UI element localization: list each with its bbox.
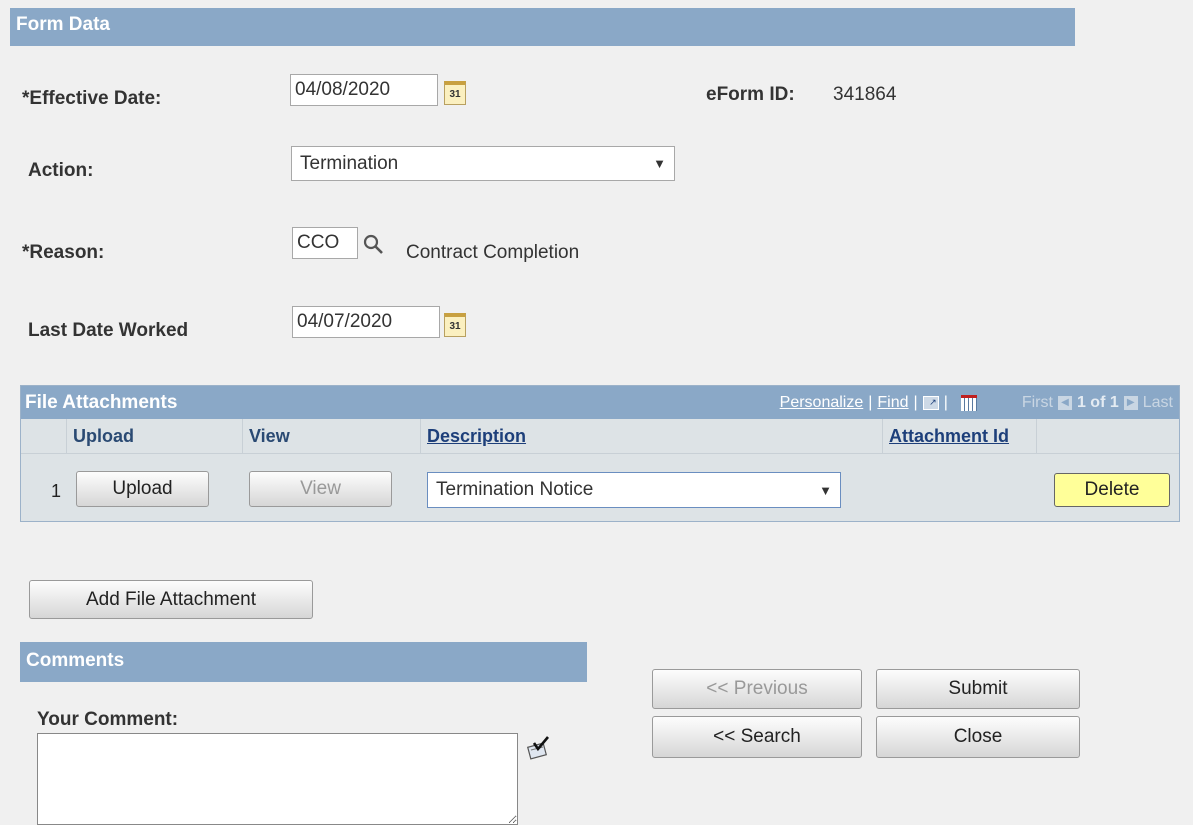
eform-id-label: eForm ID: [706, 84, 795, 105]
chevron-down-icon: ▼ [819, 482, 832, 498]
comment-textarea[interactable] [37, 733, 518, 825]
calendar-icon[interactable]: 31 [444, 313, 466, 337]
action-label: Action: [28, 160, 94, 181]
form-data-header: Form Data [10, 8, 1075, 46]
reason-label: *Reason: [22, 242, 105, 263]
view-button: View [249, 471, 392, 507]
add-file-attachment-button[interactable]: Add File Attachment [29, 580, 313, 619]
new-window-icon[interactable]: ↗ [922, 395, 939, 410]
your-comment-label: Your Comment: [37, 709, 179, 730]
spellcheck-icon[interactable] [525, 735, 553, 763]
separator: | [868, 393, 873, 411]
upload-button[interactable]: Upload [76, 471, 209, 507]
file-attachments-title: File Attachments [25, 391, 178, 413]
comments-header: Comments [20, 642, 587, 682]
effective-date-label: *Effective Date: [22, 88, 162, 109]
last-date-worked-label: Last Date Worked [28, 320, 189, 341]
action-select-value: Termination [300, 152, 399, 174]
find-link[interactable]: Find [877, 394, 908, 412]
view-column-header: View [243, 419, 421, 453]
next-row-icon: ▶ [1123, 395, 1138, 410]
close-button[interactable]: Close [876, 716, 1080, 758]
upload-column-header: Upload [67, 419, 243, 453]
reason-description: Contract Completion [406, 242, 580, 263]
magnifier-icon[interactable] [362, 233, 386, 257]
effective-date-input[interactable]: 04/08/2020 [290, 74, 438, 106]
last-date-worked-input[interactable]: 04/07/2020 [292, 306, 440, 338]
file-attachments-grid: File Attachments Personalize | Find | ↗ … [20, 385, 1180, 522]
separator: | [943, 393, 948, 411]
row-number: 1 [51, 481, 62, 501]
delete-button[interactable]: Delete [1054, 473, 1170, 507]
separator: | [913, 393, 918, 411]
action-select[interactable]: Termination ▼ [291, 146, 675, 181]
file-attachments-header: File Attachments Personalize | Find | ↗ … [21, 386, 1179, 419]
chevron-down-icon: ▼ [653, 156, 666, 171]
previous-row-icon: ◀ [1057, 395, 1072, 410]
submit-button[interactable]: Submit [876, 669, 1080, 709]
row-number-column-header [21, 419, 67, 453]
description-select[interactable]: Termination Notice ▼ [427, 472, 841, 508]
grid-navigation: Personalize | Find | ↗ | First ◀ 1 of 1 … [780, 386, 1173, 419]
description-select-value: Termination Notice [436, 479, 594, 500]
delete-column-header [1037, 419, 1179, 453]
eform-id-value: 341864 [833, 84, 897, 105]
last-link: Last [1142, 393, 1173, 411]
page-info: 1 of 1 [1076, 393, 1119, 411]
description-column-header[interactable]: Description [421, 419, 883, 453]
attachment-id-column-header[interactable]: Attachment Id [883, 419, 1037, 453]
personalize-link[interactable]: Personalize [780, 394, 864, 412]
download-excel-icon[interactable] [960, 394, 977, 411]
calendar-icon[interactable]: 31 [444, 81, 466, 105]
previous-button: << Previous [652, 669, 862, 709]
first-link: First [1021, 393, 1053, 411]
reason-code-input[interactable]: CCO [292, 227, 358, 259]
search-button[interactable]: << Search [652, 716, 862, 758]
